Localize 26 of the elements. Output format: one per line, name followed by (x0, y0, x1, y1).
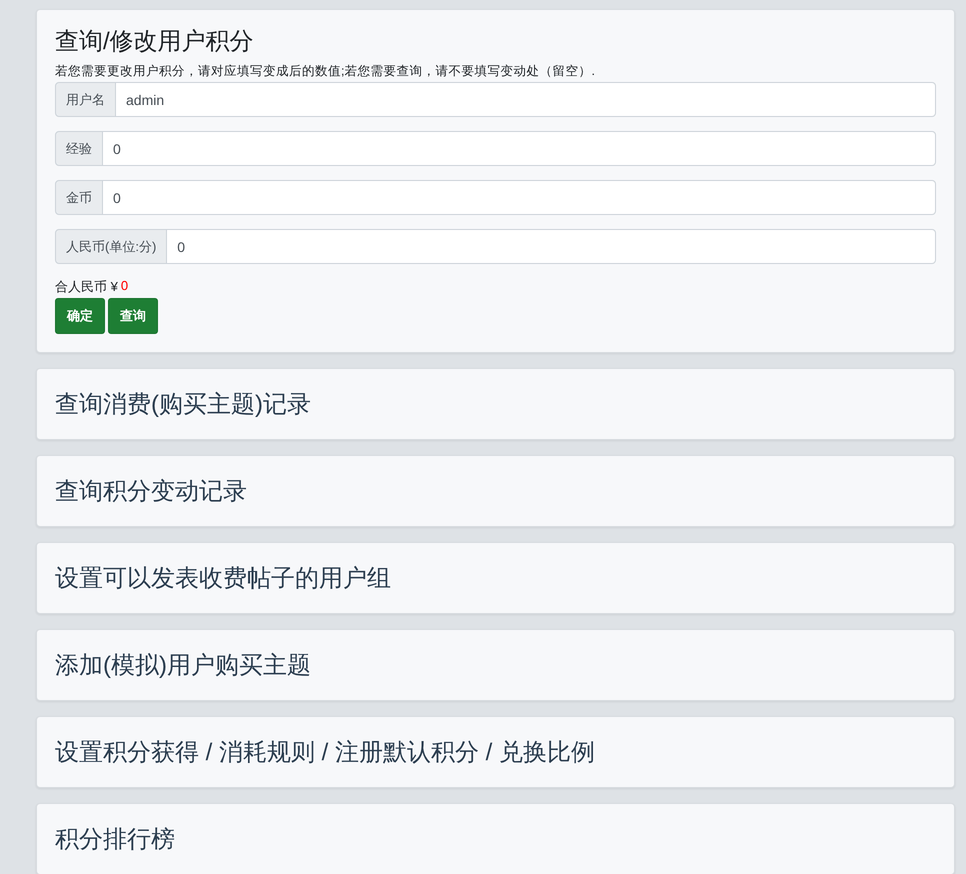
panel-title: 添加(模拟)用户购买主题 (55, 651, 311, 682)
action-button[interactable]: 确定 (55, 298, 105, 334)
field-label: 用户名 (55, 82, 116, 118)
action-button[interactable]: 查询 (108, 298, 158, 334)
panel-title: 查询消费(购买主题)记录 (55, 390, 311, 420)
collapsed-panel[interactable]: 添加(模拟)用户购买主题 (36, 629, 955, 702)
input-field[interactable]: 0 (103, 131, 936, 166)
field-label: 金币 (55, 180, 103, 216)
input-field[interactable]: 0 (167, 229, 936, 264)
panel-title: 设置可以发表收费帖子的用户组 (55, 564, 391, 594)
hint-text: 若您需要更改用户积分，请对应填写变成后的数值;若您需要查询，请不要填写变动处（留空）. (55, 63, 596, 80)
collapsed-panel[interactable]: 积分排行榜 (36, 803, 955, 874)
panel-title: 查询/修改用户积分 (55, 27, 255, 57)
field-label: 经验 (55, 131, 103, 166)
collapsed-panel[interactable]: 查询积分变动记录 (36, 455, 955, 528)
panel-title: 设置积分获得 / 消耗规则 / 注册默认积分 / 兑换比例 (55, 738, 596, 768)
collapsed-panel[interactable]: 查询消费(购买主题)记录 (36, 368, 955, 440)
total-label: 合人民币 ¥ (55, 278, 118, 296)
input-field[interactable]: admin (116, 82, 936, 118)
panel-title: 查询积分变动记录 (55, 477, 247, 508)
total-value: 0 (120, 278, 128, 296)
input-field[interactable]: 0 (103, 180, 936, 216)
panel-title: 积分排行榜 (55, 825, 175, 856)
collapsed-panel[interactable]: 设置积分获得 / 消耗规则 / 注册默认积分 / 兑换比例 (36, 716, 955, 788)
field-label: 人民币(单位:分) (55, 229, 168, 264)
collapsed-panel[interactable]: 设置可以发表收费帖子的用户组 (36, 542, 955, 614)
